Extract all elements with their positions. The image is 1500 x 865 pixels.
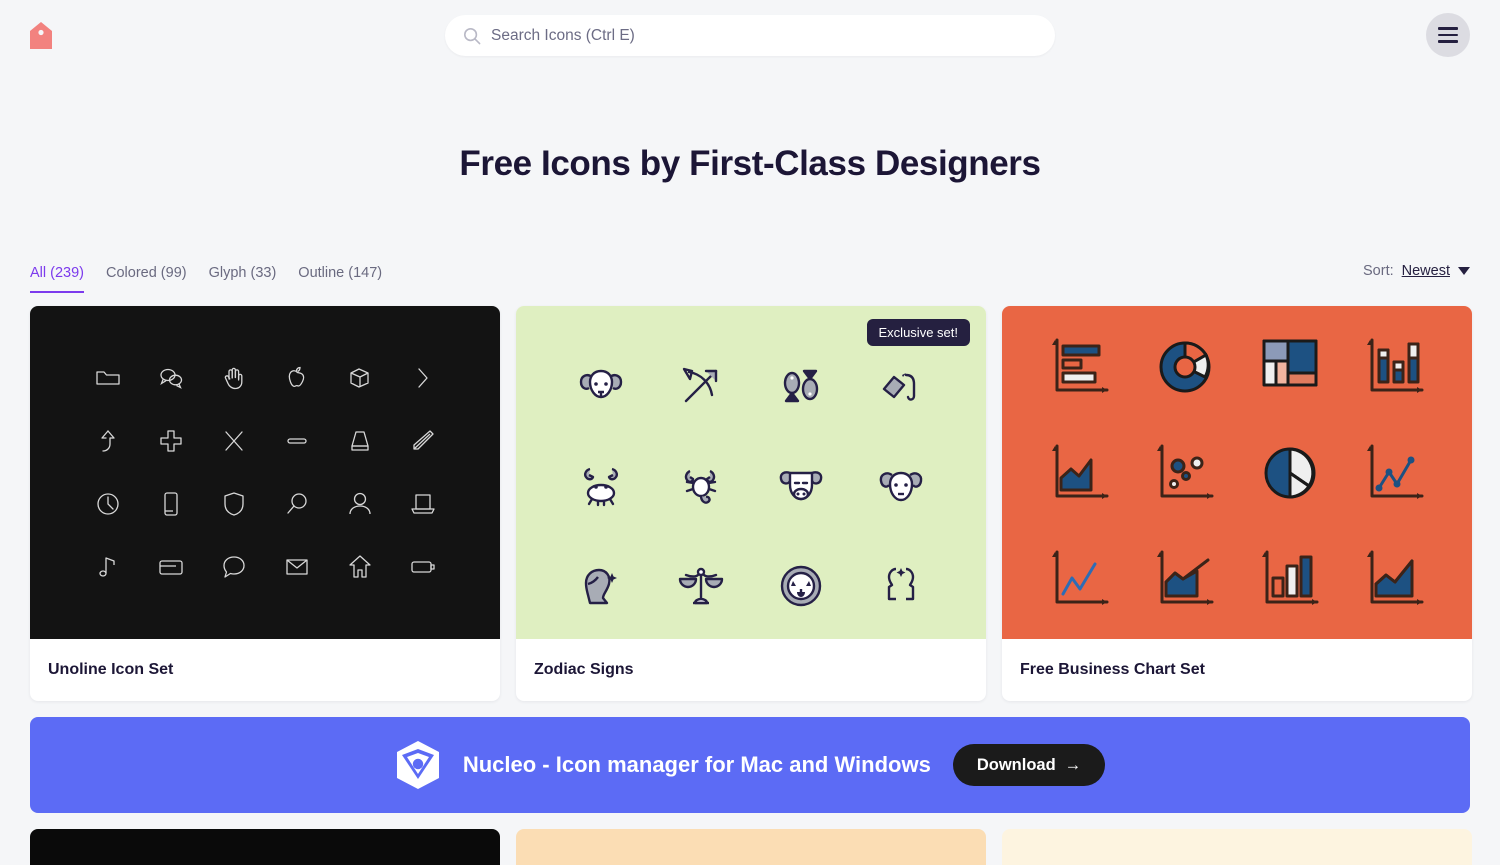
battery-icon xyxy=(391,536,454,599)
search-bar[interactable] xyxy=(445,15,1055,56)
area-trend-icon xyxy=(1132,526,1237,632)
promo-banner[interactable]: Nucleo - Icon manager for Mac and Window… xyxy=(30,717,1470,813)
menu-line xyxy=(1438,27,1458,30)
icon-set-card-unoline[interactable]: Unoline Icon Set xyxy=(30,306,500,701)
arrow-right-icon: → xyxy=(1064,755,1082,774)
bubble-chart-icon xyxy=(1132,420,1237,526)
icon-set-grid: Unoline Icon Set Exclusive set! Zodiac S… xyxy=(30,306,1472,701)
area-chart-icon xyxy=(1027,420,1132,526)
page-title: Free Icons by First-Class Designers xyxy=(459,144,1041,183)
search-icon xyxy=(265,473,328,536)
card-title: Unoline Icon Set xyxy=(48,661,174,678)
sort-value[interactable]: Newest xyxy=(1402,263,1450,279)
hand-wave-icon xyxy=(202,347,265,410)
pencil-icon xyxy=(391,410,454,473)
dash-icon xyxy=(265,410,328,473)
scorpio-scorpion-icon xyxy=(651,436,751,536)
cancer-crab-icon xyxy=(551,436,651,536)
virgo-woman-icon xyxy=(551,536,651,636)
aries-ram-icon xyxy=(551,336,651,436)
user-icon xyxy=(328,473,391,536)
plus-icon xyxy=(139,410,202,473)
chat-bubbles-icon xyxy=(139,347,202,410)
taurus-bull-icon xyxy=(751,436,851,536)
box-3d-icon xyxy=(328,347,391,410)
donut-chart-icon xyxy=(1132,314,1237,420)
speech-bubble-icon xyxy=(202,536,265,599)
column-chart-icon xyxy=(1237,526,1342,632)
download-button[interactable]: Download → xyxy=(952,744,1106,786)
menu-line xyxy=(1438,33,1458,37)
tab-glyph[interactable]: Glyph (33) xyxy=(209,265,277,294)
icon-set-card-business-chart[interactable]: Free Business Chart Set xyxy=(1002,306,1472,701)
libra-scales-icon xyxy=(651,536,751,636)
icon-set-grid-next-row xyxy=(30,829,1472,865)
candlestick-chart-icon xyxy=(1342,314,1447,420)
line-chart-icon xyxy=(1342,420,1447,526)
card-title: Free Business Chart Set xyxy=(1020,661,1205,678)
folder-icon xyxy=(76,347,139,410)
leo-lion-icon xyxy=(751,536,851,636)
filter-toolbar: All (239) Colored (99) Glyph (33) Outlin… xyxy=(30,259,1470,293)
sagittarius-bow-icon xyxy=(651,336,751,436)
hamburger-menu-icon[interactable] xyxy=(1426,13,1470,57)
pisces-fish-icon xyxy=(751,336,851,436)
chevron-right-icon xyxy=(391,347,454,410)
sort-control: Sort: Newest xyxy=(1363,263,1470,279)
menu-line xyxy=(1438,40,1458,43)
music-note-icon xyxy=(76,536,139,599)
gemini-twins-icon xyxy=(851,536,951,636)
promo-text: Nucleo - Icon manager for Mac and Window… xyxy=(462,752,931,777)
stacked-area-icon xyxy=(1342,526,1447,632)
scissors-icon xyxy=(202,410,265,473)
tab-colored[interactable]: Colored (99) xyxy=(106,265,187,294)
mail-icon xyxy=(265,536,328,599)
clock-icon xyxy=(76,473,139,536)
download-button-label: Download xyxy=(976,755,1056,774)
chevron-down-icon[interactable] xyxy=(1458,267,1470,275)
tag-icon[interactable] xyxy=(30,22,52,49)
card-artwork xyxy=(1002,306,1472,639)
app-header xyxy=(0,0,1500,70)
icon-set-card-next-2[interactable] xyxy=(516,829,986,865)
search-icon xyxy=(463,27,481,45)
treemap-chart-icon xyxy=(1237,314,1342,420)
home-icon xyxy=(328,536,391,599)
shield-icon xyxy=(202,473,265,536)
aquarius-water-icon xyxy=(851,336,951,436)
icon-set-card-zodiac[interactable]: Exclusive set! Zodiac Signs xyxy=(516,306,986,701)
line-trend-icon xyxy=(1027,526,1132,632)
card-artwork: Exclusive set! xyxy=(516,306,986,639)
apple-icon xyxy=(265,347,328,410)
exclusive-badge: Exclusive set! xyxy=(866,319,970,346)
nucleo-logo-icon xyxy=(395,740,441,790)
filter-tabs: All (239) Colored (99) Glyph (33) Outlin… xyxy=(30,259,1470,293)
tab-all[interactable]: All (239) xyxy=(30,265,84,293)
arrow-up-curve-icon xyxy=(76,410,139,473)
search-input[interactable] xyxy=(491,26,1037,45)
card-title: Zodiac Signs xyxy=(534,661,634,678)
horizontal-bar-chart-icon xyxy=(1027,314,1132,420)
phone-icon xyxy=(139,473,202,536)
tab-outline[interactable]: Outline (147) xyxy=(298,265,382,294)
laptop-icon xyxy=(391,473,454,536)
capricorn-goat-icon xyxy=(851,436,951,536)
credit-card-icon xyxy=(139,536,202,599)
lamp-icon xyxy=(328,410,391,473)
pie-chart-icon xyxy=(1237,420,1342,526)
card-artwork xyxy=(30,306,500,639)
icon-set-card-next-1[interactable] xyxy=(30,829,500,865)
sort-label: Sort: xyxy=(1363,263,1394,279)
icon-set-card-next-3[interactable] xyxy=(1002,829,1472,865)
